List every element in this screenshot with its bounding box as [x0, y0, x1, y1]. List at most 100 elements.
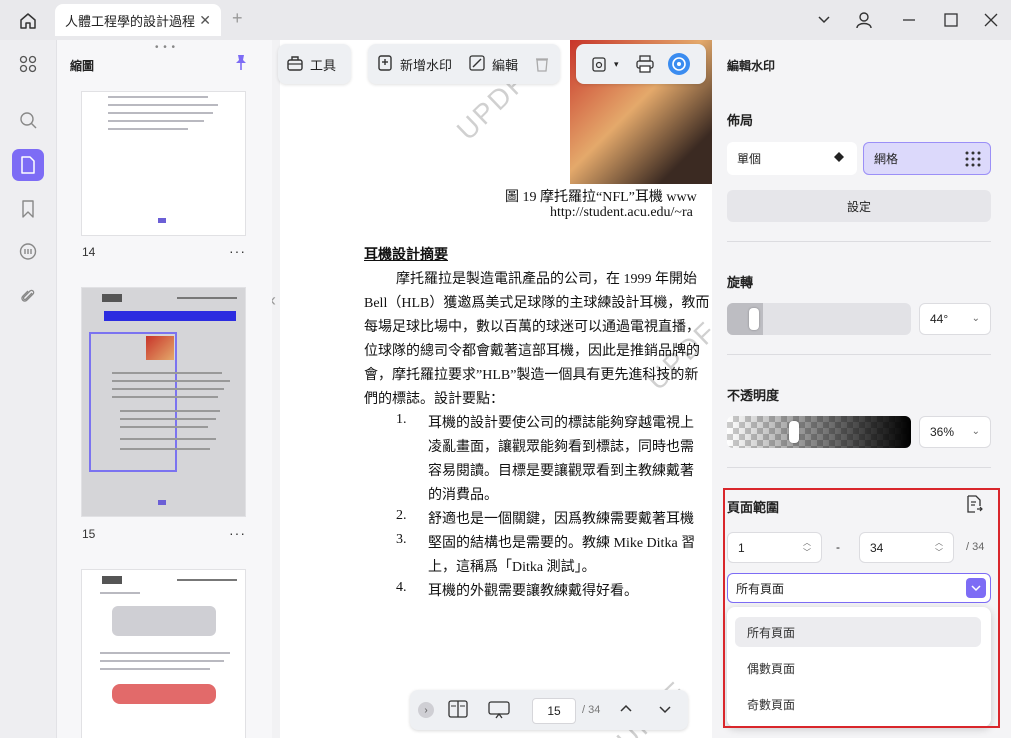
option-all-pages[interactable]: 所有頁面 [735, 617, 981, 647]
next-page-icon[interactable] [658, 704, 672, 718]
current-page-input[interactable]: 15 [532, 698, 576, 724]
list-number: 2. [396, 508, 407, 523]
layout-single-option[interactable]: 單個 [727, 142, 857, 175]
chevron-down-icon[interactable] [966, 578, 986, 598]
panel-grip-icon[interactable]: • • • [155, 42, 176, 53]
close-icon[interactable]: ✕ [199, 12, 211, 29]
more-icon[interactable]: ··· [229, 525, 246, 541]
opacity-label: 不透明度 [727, 388, 780, 403]
chevron-down-icon: ⌄ [971, 313, 980, 324]
scrollbar[interactable] [1004, 40, 1011, 738]
left-rail [0, 40, 56, 738]
more-icon[interactable]: ··· [229, 243, 246, 259]
previous-page-icon[interactable] [619, 702, 633, 716]
bookmark-icon[interactable] [12, 193, 44, 225]
print-icon[interactable] [627, 48, 663, 80]
list-item-line: 舒適也是一個關鍵，因爲教練需要戴著耳機 [428, 512, 694, 527]
option-odd-pages[interactable]: 奇數頁面 [735, 689, 981, 719]
list-item-line: 的消費品。 [428, 488, 498, 503]
presentation-icon[interactable] [488, 700, 510, 723]
rotation-label: 旋轉 [727, 275, 754, 290]
paragraph-line: 位球隊的總司令都會戴著這部耳機，因此是推銷品牌的 [364, 344, 700, 359]
home-icon[interactable] [14, 9, 42, 33]
document-page[interactable]: UPDF UPDF UPDF 圖 19 摩托羅拉“NFL”耳機 www http… [280, 40, 712, 738]
section-heading: 耳機設計摘要 [364, 248, 448, 263]
edit-icon [468, 54, 486, 75]
thumbnail-panel: • • • 縮圖 14 ··· 15 ··· [56, 40, 272, 738]
divider [727, 467, 991, 468]
page-range-settings-icon[interactable] [964, 494, 984, 517]
option-even-pages[interactable]: 偶數頁面 [735, 653, 981, 683]
chevron-down-icon[interactable] [811, 8, 837, 32]
range-dash: - [836, 540, 840, 554]
layout-grid-option[interactable]: 網格 [863, 142, 991, 175]
collapse-panel-icon[interactable]: ‹ [272, 290, 276, 311]
delete-watermark-icon[interactable] [526, 48, 558, 80]
expand-icon[interactable]: › [418, 702, 434, 718]
document-tab[interactable]: 人體工程學的設計過程 ✕ [55, 4, 221, 36]
list-number: 1. [396, 412, 407, 427]
page-range-dropdown: 所有頁面 偶數頁面 奇數頁面 [727, 607, 991, 727]
add-watermark-button[interactable]: 新增水印 [368, 48, 460, 80]
opacity-slider-handle[interactable] [789, 421, 799, 443]
divider [727, 241, 991, 242]
close-window-icon[interactable] [978, 8, 1004, 32]
figure-caption: 圖 19 摩托羅拉“NFL”耳機 www [505, 190, 697, 205]
view-toolbar: ▾ [576, 44, 706, 84]
ai-assistant-icon[interactable] [663, 48, 695, 80]
list-number: 3. [396, 532, 407, 547]
total-pages: / 34 [582, 704, 601, 716]
minimize-icon[interactable] [896, 8, 922, 32]
stamp-icon [376, 54, 394, 75]
thumbnail-page-16[interactable] [82, 570, 245, 738]
stepper-icon[interactable]: ︿ ﹀ [935, 538, 943, 558]
screenshot-icon[interactable]: ▾ [582, 48, 627, 80]
divider [727, 354, 991, 355]
tab-title: 人體工程學的設計過程 [65, 13, 196, 29]
rotation-value-select[interactable]: 44° ⌄ [919, 303, 991, 335]
thumbnail-panel-title: 縮圖 [70, 59, 95, 73]
tools-button[interactable]: 工具 [278, 48, 344, 80]
paragraph-line: 會，摩托羅拉要求”HLB”製造一個具有更先進科技的新 [364, 368, 699, 383]
pin-icon[interactable] [233, 54, 249, 75]
page-range-select[interactable]: 所有頁面 [727, 573, 991, 603]
paragraph-line: 每場足球比場中，數以百萬的球迷可以通過電視直播， [364, 320, 700, 335]
paragraph-line: 們的標誌。設計要點： [364, 392, 504, 407]
list-number: 4. [396, 580, 407, 595]
figure-caption-url: http://student.acu.edu/~ra [550, 205, 693, 220]
page-layout-icon[interactable] [448, 700, 468, 721]
paragraph-line: Bell（HLB）獲邀爲美式足球隊的主球練設計耳機，教而 [364, 296, 710, 311]
layout-label: 佈局 [727, 113, 754, 128]
attachment-icon[interactable] [12, 280, 44, 312]
grid-dots-icon [964, 150, 982, 171]
grid-icon[interactable] [12, 48, 44, 80]
stepper-icon[interactable]: ︿ ﹀ [803, 538, 811, 558]
paragraph-line: 摩托羅拉是製造電訊產品的公司，在 1999 年開始 [396, 272, 697, 287]
user-icon[interactable] [851, 8, 877, 32]
search-icon[interactable] [12, 104, 44, 136]
list-item-line: 堅固的結構也是需要的。教練 Mike Ditka 習 [428, 536, 696, 551]
thumbnail-page-15[interactable] [82, 288, 245, 516]
diamond-icon [833, 151, 845, 166]
comment-icon[interactable] [12, 236, 44, 268]
rotation-slider[interactable] [727, 303, 911, 335]
range-total: / 34 [966, 541, 985, 553]
opacity-value-select[interactable]: 36% ⌄ [919, 416, 991, 448]
settings-button[interactable]: 設定 [727, 190, 991, 222]
watermark-toolbar: 新增水印 編輯 [368, 44, 560, 84]
thumbnail-page-14[interactable] [82, 92, 245, 235]
maximize-icon[interactable] [938, 8, 964, 32]
plus-icon[interactable]: + [232, 8, 243, 29]
edit-watermark-panel: 編輯水印 佈局 單個 網格 設定 旋轉 44° ⌄ 不透明度 36% ⌄ 頁面範… [712, 40, 1004, 738]
range-to-input[interactable]: 34 ︿ ﹀ [859, 532, 954, 563]
page-navigation-bar: › 15 / 34 [410, 690, 688, 730]
rotation-slider-handle[interactable] [749, 308, 759, 330]
document-view[interactable]: UPDF UPDF UPDF 圖 19 摩托羅拉“NFL”耳機 www http… [272, 40, 712, 738]
page-icon[interactable] [12, 149, 44, 181]
panel-title: 編輯水印 [727, 59, 776, 73]
thumbnail-page-number: 14 [82, 245, 96, 259]
edit-watermark-button[interactable]: 編輯 [460, 48, 526, 80]
range-from-input[interactable]: 1 ︿ ﹀ [727, 532, 822, 563]
opacity-slider[interactable] [727, 416, 911, 448]
toolbox-icon [286, 54, 304, 75]
